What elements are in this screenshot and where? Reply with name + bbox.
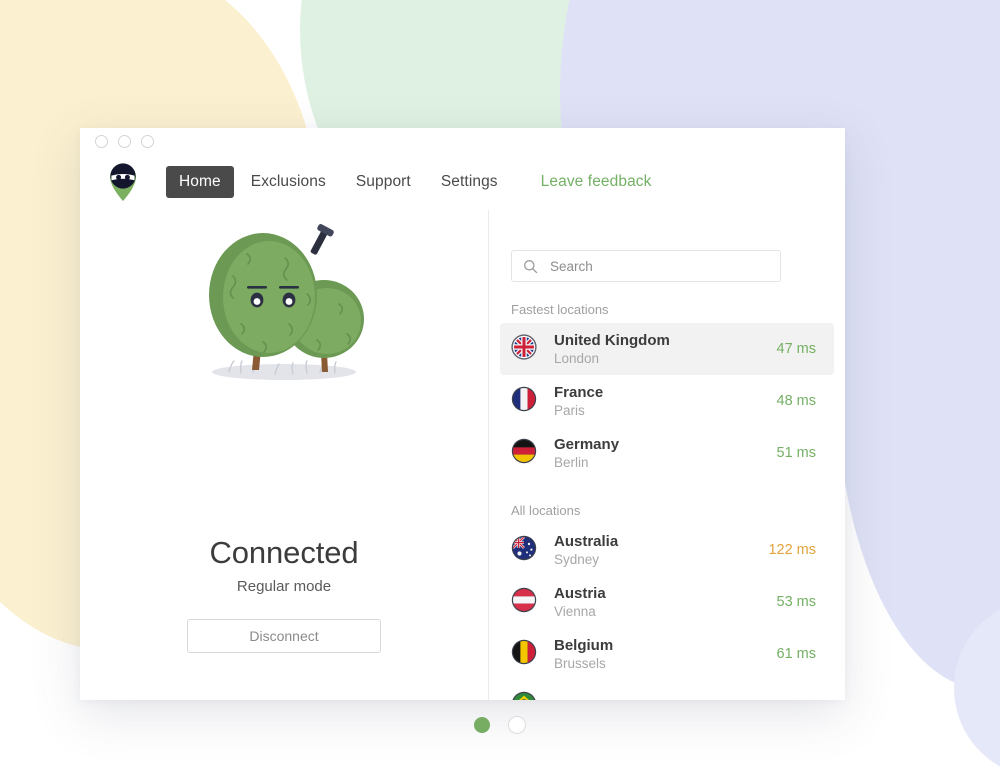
list-item-text: Austria Vienna [554, 584, 777, 620]
background-blob-lavender-corner [954, 598, 1000, 778]
list-item[interactable]: Australia Sydney 122 ms [500, 524, 834, 576]
location-ping: 154 ms [768, 698, 816, 700]
location-city: Vienna [554, 604, 596, 619]
list-item-text: France Paris [554, 383, 777, 419]
location-country: Germany [554, 436, 620, 453]
maximize-dot-icon[interactable] [141, 135, 154, 148]
carousel-pager [474, 716, 526, 734]
navigation-bar: Home Exclusions Support Settings Leave f… [80, 156, 845, 208]
search-icon [523, 259, 538, 274]
list-item[interactable]: Austria Vienna 53 ms [500, 576, 834, 628]
search-placeholder: Search [550, 258, 593, 274]
section-fastest-locations: Fastest locations United Kingdom London … [489, 302, 845, 479]
leave-feedback-link[interactable]: Leave feedback [541, 173, 652, 191]
section-label-all: All locations [511, 503, 581, 518]
list-item[interactable]: Germany Berlin 51 ms [500, 427, 834, 479]
list-item-text: Brazil [554, 697, 768, 701]
connection-mode-label: Regular mode [236, 578, 332, 595]
location-country: Australia [554, 533, 619, 550]
list-item[interactable]: Brazil 154 ms [500, 680, 834, 700]
location-city: Paris [554, 403, 585, 418]
window-controls [95, 135, 154, 148]
location-country: Brazil [554, 697, 768, 701]
location-ping: 48 ms [776, 393, 817, 409]
location-country: Austria [554, 585, 606, 602]
location-ping: 53 ms [776, 594, 817, 610]
location-city: Berlin [554, 455, 589, 470]
location-city: Sydney [554, 552, 600, 567]
tab-settings[interactable]: Settings [428, 166, 511, 198]
nav-items: Home Exclusions Support Settings Leave f… [166, 166, 652, 198]
location-ping: 51 ms [776, 445, 817, 461]
location-ping: 47 ms [776, 341, 817, 357]
location-country: France [554, 384, 604, 401]
connection-status-title: Connected [209, 535, 359, 570]
location-ping: 122 ms [768, 542, 816, 558]
flag-fr-icon [511, 386, 537, 417]
flag-gb-icon [511, 333, 537, 365]
app-screenshot: Home Exclusions Support Settings Leave f… [0, 0, 1000, 779]
close-dot-icon[interactable] [95, 135, 108, 148]
section-all-locations: All locations Australia Sydney 122 ms Au… [489, 503, 845, 700]
disconnect-button[interactable]: Disconnect [187, 619, 381, 653]
list-item-text: United Kingdom London [554, 331, 777, 367]
list-item-text: Australia Sydney [554, 532, 768, 568]
locations-panel: Search Fastest locations United Kingdom … [489, 210, 845, 700]
bush-character-illustration-icon [189, 224, 379, 394]
app-window: Home Exclusions Support Settings Leave f… [80, 128, 845, 700]
list-item[interactable]: France Paris 48 ms [500, 375, 834, 427]
connection-panel: Connected Regular mode Disconnect [80, 210, 488, 700]
background-blob-lavender-right [836, 130, 1000, 690]
location-city: London [554, 351, 600, 366]
flag-de-icon [511, 438, 537, 469]
flag-at-icon [511, 587, 537, 618]
list-item-text: Belgium Brussels [554, 636, 777, 672]
list-item[interactable]: Belgium Brussels 61 ms [500, 628, 834, 680]
location-city: Brussels [554, 656, 606, 671]
location-country: United Kingdom [554, 332, 670, 349]
search-input[interactable]: Search [511, 250, 781, 282]
locations-list[interactable]: Fastest locations United Kingdom London … [489, 302, 845, 700]
flag-br-icon [511, 691, 537, 700]
tab-home[interactable]: Home [166, 166, 234, 198]
list-item[interactable]: United Kingdom London 47 ms [500, 323, 834, 375]
list-item-text: Germany Berlin [554, 435, 777, 471]
tab-exclusions[interactable]: Exclusions [238, 166, 339, 198]
flag-be-icon [511, 639, 537, 670]
location-ping: 61 ms [776, 646, 817, 662]
pager-dot-active[interactable] [474, 717, 490, 733]
tab-support[interactable]: Support [343, 166, 424, 198]
pager-dot-inactive[interactable] [508, 716, 526, 734]
location-country: Belgium [554, 637, 614, 654]
minimize-dot-icon[interactable] [118, 135, 131, 148]
flag-au-icon [511, 535, 537, 566]
adguard-vpn-ninja-logo-icon [107, 162, 139, 202]
section-label-fastest: Fastest locations [511, 302, 609, 317]
